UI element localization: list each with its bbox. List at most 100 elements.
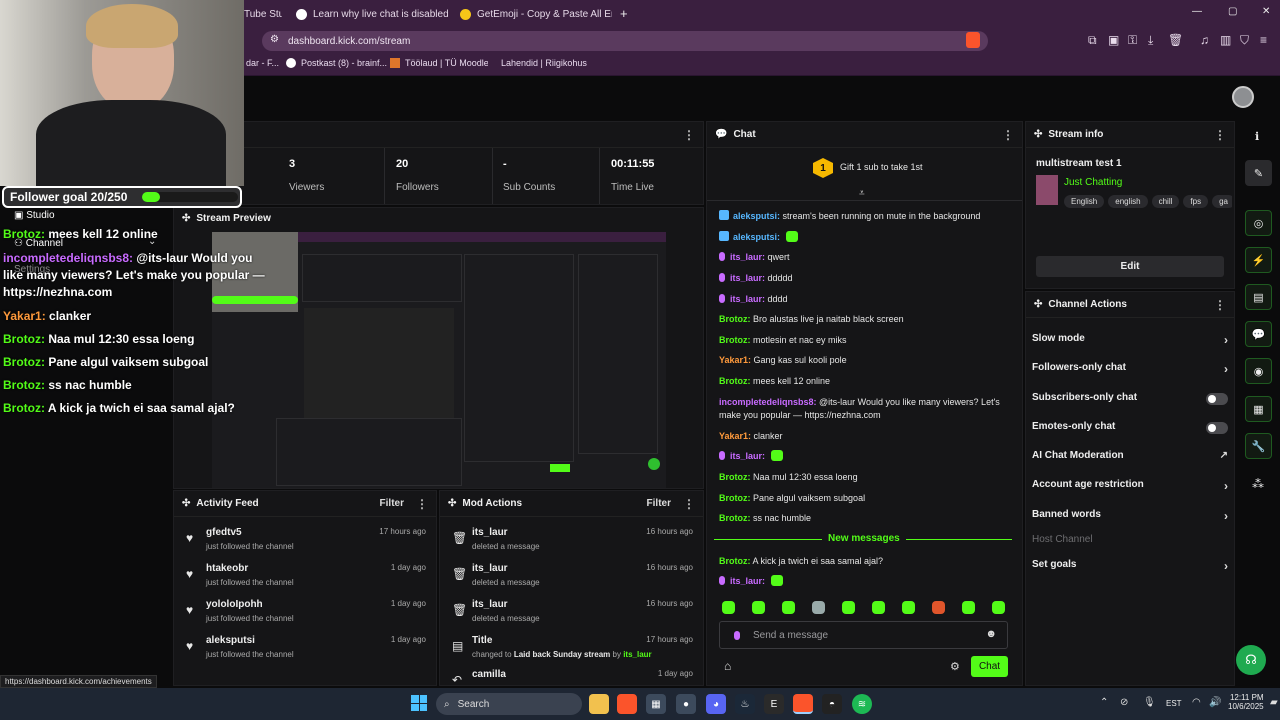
screenshot-icon[interactable]: ▣ [1108, 33, 1119, 47]
chat-username[interactable]: Brotoz: [719, 376, 751, 386]
chat-message[interactable]: Brotoz: mees kell 12 online [719, 375, 1009, 388]
drag-handle-icon[interactable]: ✣ [182, 498, 190, 509]
drag-handle-icon[interactable]: ✣ [182, 213, 190, 224]
quick-emote-icon[interactable] [902, 601, 915, 614]
brave-icon[interactable] [617, 694, 637, 714]
chat-message[interactable]: aleksputsi: [719, 231, 1009, 244]
drag-handle-icon[interactable]: ✣ [1034, 299, 1042, 310]
more-options-icon[interactable]: ⋮ [1002, 128, 1014, 142]
music-icon[interactable]: ♫ [1200, 33, 1209, 47]
filter-button[interactable]: Filter [647, 498, 671, 509]
brave-shield-icon[interactable] [966, 32, 980, 48]
notifications-icon[interactable]: ▰ [1270, 697, 1278, 708]
tag[interactable]: chill [1151, 195, 1180, 208]
github-icon[interactable]: ● [676, 694, 696, 714]
account-age-item[interactable]: Account age restriction › [1032, 479, 1228, 495]
language-indicator[interactable]: EST [1166, 699, 1182, 708]
edit-layout-icon[interactable]: ✎ [1245, 160, 1272, 186]
slow-mode-item[interactable]: Slow mode › [1032, 333, 1228, 349]
more-options-icon[interactable]: ⋮ [1214, 128, 1226, 142]
gift-sub-text[interactable]: Gift 1 sub to take 1st [840, 162, 923, 172]
stream-video[interactable] [212, 232, 666, 488]
quick-emote-icon[interactable] [842, 601, 855, 614]
tag[interactable]: english [1108, 195, 1148, 208]
bookmark-1[interactable]: dar - F... [246, 58, 279, 68]
volume-icon[interactable]: 🔊 [1209, 697, 1221, 708]
more-options-icon[interactable]: ⋮ [1214, 298, 1226, 312]
chat-message[interactable]: Brotoz: A kick ja twich ei saa samal aja… [719, 555, 1009, 568]
chat-message[interactable]: its_laur: qwert [719, 251, 1009, 264]
bookmark-3[interactable]: Töölaud | TÜ Moodle [390, 58, 489, 68]
close-window-button[interactable]: ✕ [1262, 6, 1270, 17]
clipboard-icon[interactable]: ▤ [1245, 284, 1272, 310]
sidebar-item-studio[interactable]: ▣ Studio [14, 210, 55, 221]
list-item[interactable]: 🗑 its_laur deleted a message 16 hours ago [440, 597, 703, 633]
site-settings-icon[interactable]: ⚙ [270, 34, 279, 45]
list-item[interactable]: ♥ gfedtv5 just followed the channel 17 hour… [174, 525, 436, 561]
taskbar-search[interactable]: ⌕ Search [436, 693, 582, 715]
spotify-icon[interactable]: ≋ [852, 694, 872, 714]
ai-moderation-item[interactable]: AI Chat Moderation ↗ [1032, 450, 1228, 466]
chat-username[interactable]: aleksputsi: [733, 211, 780, 221]
filter-button[interactable]: Filter [380, 498, 404, 509]
chat-message[interactable]: Brotoz: Bro alustas live ja naitab black… [719, 313, 1009, 326]
broadcast-icon[interactable]: ◉ [1245, 358, 1272, 384]
sidebar-icon[interactable]: ▥ [1220, 33, 1231, 47]
chat-message[interactable]: Brotoz: Pane algul vaiksem subgoal [719, 492, 1009, 505]
list-item[interactable]: ♥ htakeobr just followed the channel 1 day … [174, 561, 436, 597]
discord-icon[interactable]: ◕ [706, 694, 726, 714]
wifi-icon[interactable]: ◠ [1192, 697, 1201, 708]
subscribers-only-toggle[interactable] [1206, 393, 1228, 405]
windows-start-icon[interactable] [411, 695, 427, 711]
chat-message[interactable]: its_laur: dddd [719, 293, 1009, 306]
chat-settings-icon[interactable]: ⚙ [950, 660, 960, 673]
microphone-icon[interactable]: 🎙 [1143, 697, 1156, 708]
drag-handle-icon[interactable]: ✣ [448, 498, 456, 509]
chat-message[interactable]: its_laur: ddddd [719, 272, 1009, 285]
chat-message[interactable]: Brotoz: ss nac humble [719, 512, 1009, 525]
drag-handle-icon[interactable]: ✣ [1034, 129, 1042, 140]
chat-message[interactable]: its_laur: [719, 575, 1009, 588]
emotes-only-item[interactable]: Emotes-only chat [1032, 421, 1228, 437]
epic-games-icon[interactable]: E [764, 694, 784, 714]
vpn-icon[interactable]: ⛉ [1240, 33, 1249, 48]
chat-username[interactable]: its_laur: [730, 576, 765, 586]
store-icon[interactable]: ⌂ [724, 659, 731, 673]
quick-emote-icon[interactable] [872, 601, 885, 614]
chat-message[interactable]: Yakar1: Gang kas sul kooli pole [719, 354, 1009, 367]
bookmark-2[interactable]: Postkast (8) - brainf... [286, 58, 387, 68]
list-item[interactable]: ♥ yololoIpohh just followed the channel 1 d… [174, 597, 436, 633]
chat-username[interactable]: Brotoz: [719, 472, 751, 482]
chat-message[interactable]: incompletedeliqnsbs8: @its-laur Would yo… [719, 396, 1009, 422]
chat-username[interactable]: its_laur: [730, 273, 765, 283]
chat-message[interactable]: Brotoz: Naa mul 12:30 essa loeng [719, 471, 1009, 484]
tag[interactable]: English [1064, 195, 1105, 208]
chat-username[interactable]: Brotoz: [719, 556, 751, 566]
chat-username[interactable]: Brotoz: [719, 513, 751, 523]
tag[interactable]: fps [1183, 195, 1209, 208]
subscribers-only-item[interactable]: Subscribers-only chat [1032, 392, 1228, 408]
minimize-button[interactable]: — [1192, 6, 1202, 17]
quick-emote-icon[interactable] [812, 601, 825, 614]
info-icon[interactable]: ℹ [1255, 130, 1259, 143]
followers-only-item[interactable]: Followers-only chat › [1032, 362, 1228, 378]
new-tab-button[interactable]: + [620, 6, 628, 21]
more-options-icon[interactable]: ⋮ [416, 497, 428, 511]
chat-input[interactable]: Send a message ☻ [719, 621, 1008, 649]
chat-username[interactable]: its_laur: [730, 294, 765, 304]
browser-tab-2[interactable]: Learn why live chat is disabled for yo✕ [288, 4, 448, 24]
address-bar[interactable]: ⚙ dashboard.kick.com/stream [262, 31, 988, 51]
new-messages-label[interactable]: New messages [822, 533, 906, 544]
avatar[interactable] [1232, 86, 1254, 108]
maximize-button[interactable]: ▢ [1228, 6, 1237, 17]
quick-emote-icon[interactable] [722, 601, 735, 614]
quick-emote-icon[interactable] [782, 601, 795, 614]
more-options-icon[interactable]: ⋮ [683, 128, 695, 142]
list-item[interactable]: ▤ Title changed to Laid back Sunday stream… [440, 633, 703, 669]
chat-username[interactable]: incompletedeliqnsbs8: [719, 397, 817, 407]
emoji-picker-icon[interactable]: ☻ [985, 628, 997, 640]
steam-icon[interactable]: ♨ [735, 694, 755, 714]
banned-words-item[interactable]: Banned words › [1032, 509, 1228, 525]
obs-icon[interactable]: ◓ [822, 694, 842, 714]
emotes-only-toggle[interactable] [1206, 422, 1228, 434]
